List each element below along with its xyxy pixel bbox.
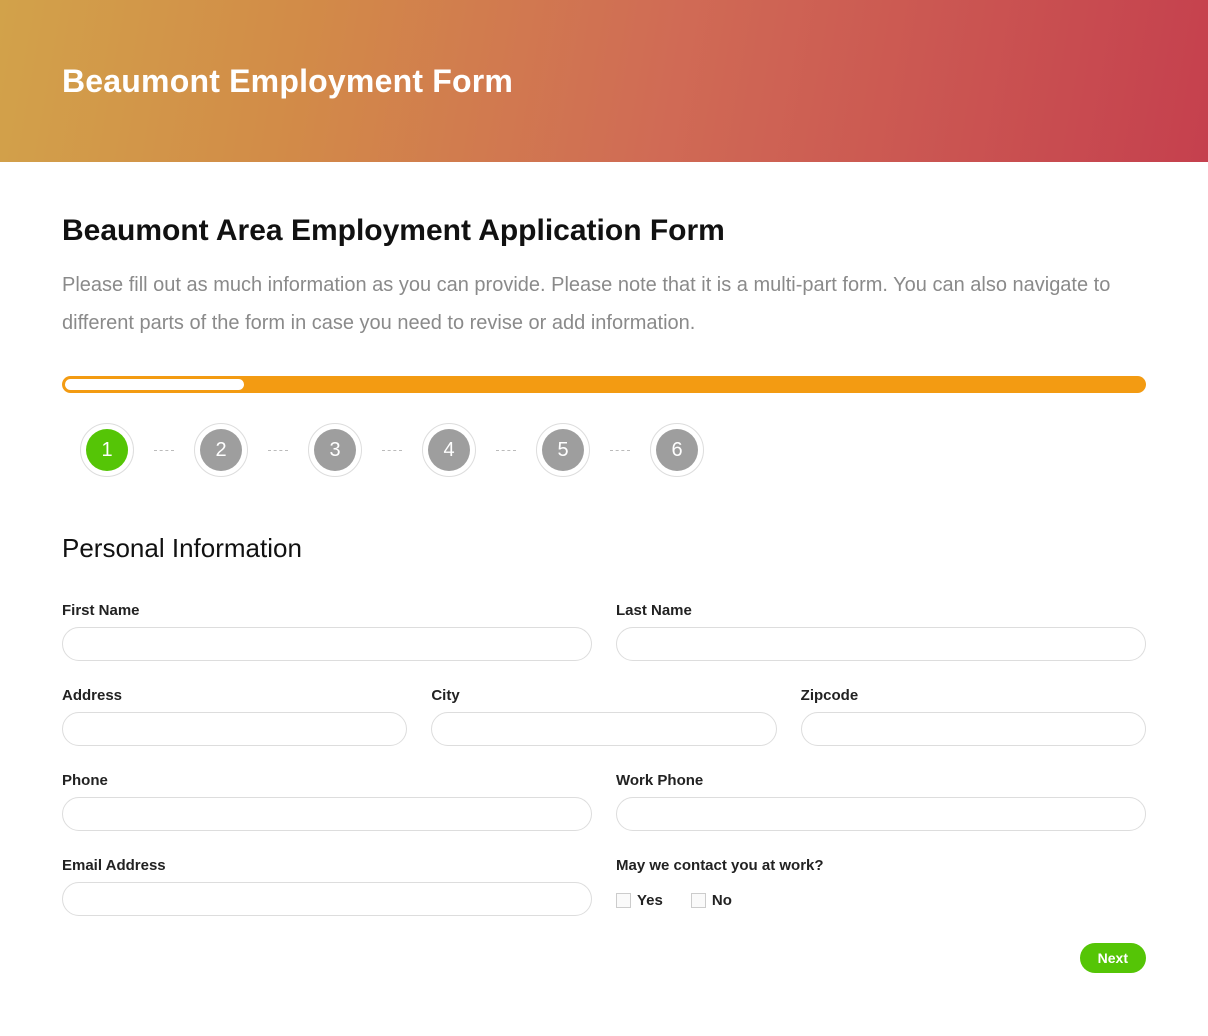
- input-last-name[interactable]: [616, 627, 1146, 661]
- section-title: Personal Information: [62, 533, 1146, 564]
- field-address: Address: [62, 687, 407, 746]
- step-2[interactable]: 2: [194, 423, 248, 477]
- label-city: City: [431, 687, 776, 704]
- checkbox-box-icon: [616, 893, 631, 908]
- label-work-phone: Work Phone: [616, 772, 1146, 789]
- step-number: 4: [428, 429, 470, 471]
- field-email: Email Address: [62, 857, 592, 917]
- field-city: City: [431, 687, 776, 746]
- step-connector: [154, 450, 174, 451]
- hero-banner: Beaumont Employment Form: [0, 0, 1208, 162]
- hero-title: Beaumont Employment Form: [62, 63, 513, 100]
- input-city[interactable]: [431, 712, 776, 746]
- step-connector: [382, 450, 402, 451]
- step-6[interactable]: 6: [650, 423, 704, 477]
- field-work-phone: Work Phone: [616, 772, 1146, 831]
- label-first-name: First Name: [62, 602, 592, 619]
- step-number: 3: [314, 429, 356, 471]
- label-phone: Phone: [62, 772, 592, 789]
- step-indicator: 1 2 3 4 5 6: [80, 423, 1146, 477]
- field-first-name: First Name: [62, 602, 592, 661]
- label-contact-at-work: May we contact you at work?: [616, 857, 1146, 874]
- main-container: Beaumont Area Employment Application For…: [0, 162, 1208, 1033]
- label-address: Address: [62, 687, 407, 704]
- step-number: 1: [86, 429, 128, 471]
- step-number: 6: [656, 429, 698, 471]
- step-connector: [268, 450, 288, 451]
- step-connector: [496, 450, 516, 451]
- step-3[interactable]: 3: [308, 423, 362, 477]
- next-button[interactable]: Next: [1080, 943, 1146, 973]
- label-last-name: Last Name: [616, 602, 1146, 619]
- checkbox-contact-yes[interactable]: Yes: [616, 892, 663, 909]
- field-contact-at-work: May we contact you at work? Yes No: [616, 857, 1146, 917]
- form-actions: Next: [62, 943, 1146, 973]
- label-zipcode: Zipcode: [801, 687, 1146, 704]
- step-connector: [610, 450, 630, 451]
- checkbox-box-icon: [691, 893, 706, 908]
- step-number: 2: [200, 429, 242, 471]
- progress-bar: [62, 376, 1146, 393]
- input-address[interactable]: [62, 712, 407, 746]
- input-phone[interactable]: [62, 797, 592, 831]
- checkbox-label-yes: Yes: [637, 892, 663, 909]
- checkbox-contact-no[interactable]: No: [691, 892, 732, 909]
- step-number: 5: [542, 429, 584, 471]
- checkbox-label-no: No: [712, 892, 732, 909]
- step-1[interactable]: 1: [80, 423, 134, 477]
- field-zipcode: Zipcode: [801, 687, 1146, 746]
- step-5[interactable]: 5: [536, 423, 590, 477]
- input-first-name[interactable]: [62, 627, 592, 661]
- label-email: Email Address: [62, 857, 592, 874]
- field-last-name: Last Name: [616, 602, 1146, 661]
- page-title: Beaumont Area Employment Application For…: [62, 214, 1146, 248]
- page-intro: Please fill out as much information as y…: [62, 266, 1146, 342]
- field-phone: Phone: [62, 772, 592, 831]
- input-email[interactable]: [62, 882, 592, 916]
- progress-fill: [65, 379, 244, 390]
- input-work-phone[interactable]: [616, 797, 1146, 831]
- input-zipcode[interactable]: [801, 712, 1146, 746]
- step-4[interactable]: 4: [422, 423, 476, 477]
